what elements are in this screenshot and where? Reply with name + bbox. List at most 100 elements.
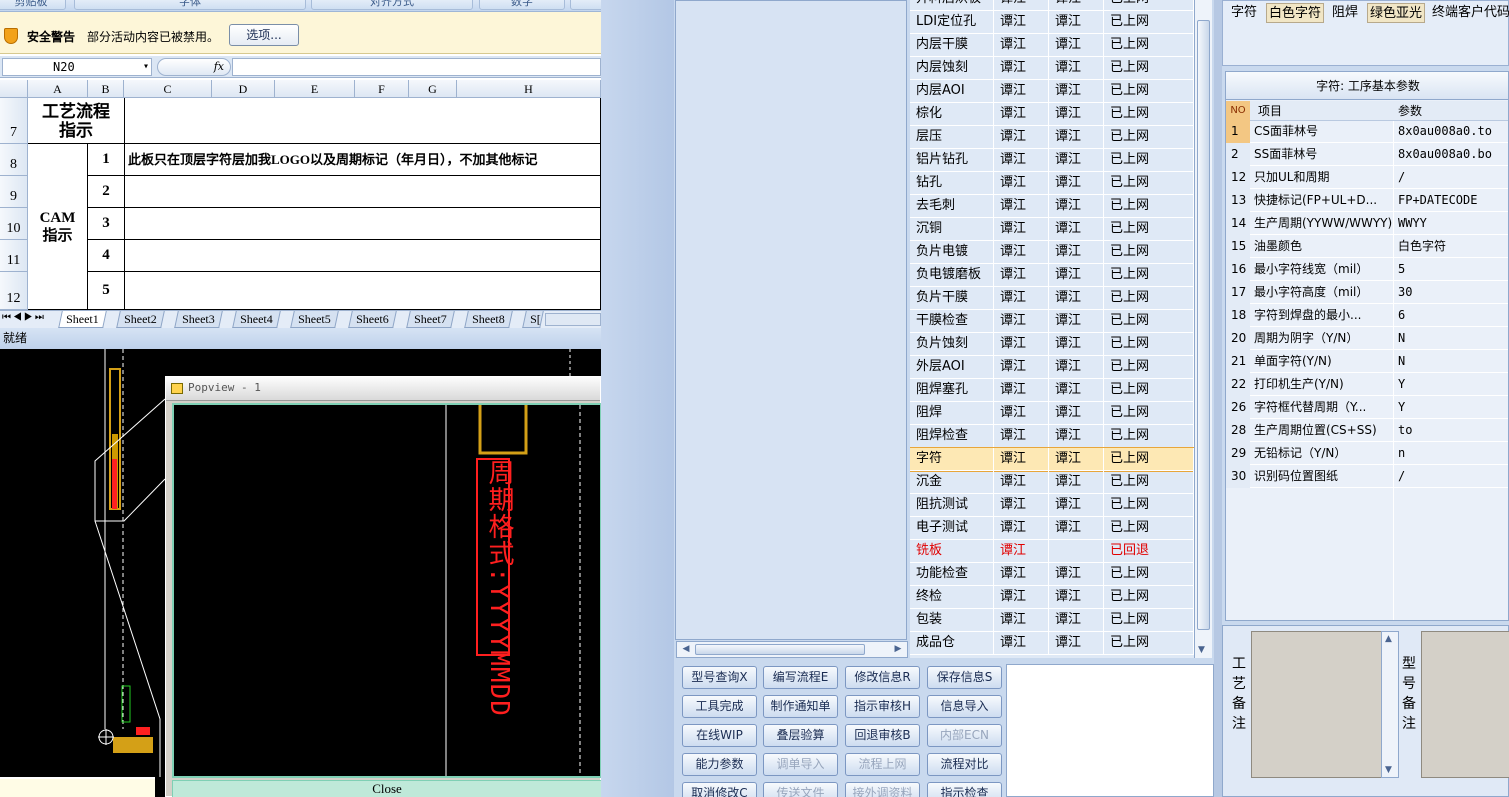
- note-cell[interactable]: 此板只在顶层字符层加我LOGO以及周期标记（年月日），不加其他标记: [125, 144, 601, 176]
- process-row[interactable]: 干膜检查 谭江 谭江 已上网: [910, 310, 1194, 333]
- action-button[interactable]: 工具完成: [682, 695, 757, 718]
- process-row[interactable]: 层压 谭江 谭江 已上网: [910, 126, 1194, 149]
- process-note-scrollbar[interactable]: ▲ ▼: [1381, 631, 1399, 778]
- column-header[interactable]: G: [409, 80, 457, 98]
- row-header[interactable]: 11: [0, 240, 28, 272]
- row-header[interactable]: 7: [0, 98, 28, 144]
- process-row[interactable]: 阻焊塞孔 谭江 谭江 已上网: [910, 379, 1194, 402]
- sheet-tab[interactable]: Sheet4: [232, 311, 281, 328]
- column-header[interactable]: B: [88, 80, 124, 98]
- toolbar-item[interactable]: 阻焊: [1330, 3, 1360, 23]
- sheet-tab[interactable]: Sheet5: [290, 311, 339, 328]
- process-row[interactable]: 内层蚀刻 谭江 谭江 已上网: [910, 57, 1194, 80]
- action-button[interactable]: 保存信息S: [927, 666, 1002, 689]
- process-row[interactable]: 外层AOI 谭江 谭江 已上网: [910, 356, 1194, 379]
- model-list-panel[interactable]: ◀ ▶: [675, 0, 908, 658]
- column-header[interactable]: A: [28, 80, 88, 98]
- param-row[interactable]: 1 CS面菲林号 8x0au008a0.to: [1226, 120, 1508, 143]
- action-button[interactable]: 流程对比: [927, 753, 1002, 776]
- process-row[interactable]: 负片蚀刻 谭江 谭江 已上网: [910, 333, 1194, 356]
- ribbon-group-number[interactable]: 数字: [479, 0, 565, 10]
- ribbon-group-more[interactable]: [570, 0, 601, 10]
- row-header[interactable]: 9: [0, 176, 28, 208]
- process-row[interactable]: 包装 谭江 谭江 已上网: [910, 609, 1194, 632]
- column-header[interactable]: D: [212, 80, 275, 98]
- action-button[interactable]: 取消修改C: [682, 782, 757, 797]
- process-row[interactable]: 终检 谭江 谭江 已上网: [910, 586, 1194, 609]
- action-button[interactable]: 叠层验算: [763, 724, 838, 747]
- process-row[interactable]: 功能检查 谭江 谭江 已上网: [910, 563, 1194, 586]
- scroll-right-icon[interactable]: ▶: [891, 642, 905, 657]
- toolbar-item[interactable]: 字符: [1229, 3, 1259, 23]
- security-options-button[interactable]: 选项...: [229, 24, 299, 46]
- row-header[interactable]: 10: [0, 208, 28, 240]
- action-button[interactable]: 信息导入: [927, 695, 1002, 718]
- scrollbar-thumb[interactable]: [1197, 20, 1210, 630]
- process-row[interactable]: 去毛刺 谭江 谭江 已上网: [910, 195, 1194, 218]
- action-button[interactable]: 流程上网: [845, 753, 920, 776]
- sheet-tab[interactable]: Sheet3: [174, 311, 223, 328]
- scrollbar-thumb[interactable]: [695, 644, 865, 655]
- process-row[interactable]: 负片电镀 谭江 谭江 已上网: [910, 241, 1194, 264]
- scroll-up-icon[interactable]: ▲: [1385, 634, 1392, 644]
- param-row[interactable]: 16 最小字符线宽（mil） 5: [1226, 258, 1508, 281]
- column-header[interactable]: F: [355, 80, 409, 98]
- column-header[interactable]: E: [275, 80, 355, 98]
- action-button[interactable]: 在线WIP: [682, 724, 757, 747]
- sheet-nav-arrows-icon[interactable]: ⏮◀▶⏭: [2, 312, 46, 323]
- process-row[interactable]: 沉铜 谭江 谭江 已上网: [910, 218, 1194, 241]
- popview-titlebar[interactable]: Popview - 1: [166, 377, 600, 401]
- process-row[interactable]: 铝片钻孔 谭江 谭江 已上网: [910, 149, 1194, 172]
- param-row[interactable]: 2 SS面菲林号 8x0au008a0.bo: [1226, 143, 1508, 166]
- process-row[interactable]: 沉金 谭江 谭江 已上网: [910, 471, 1194, 494]
- param-row[interactable]: 21 单面字符(Y/N) N: [1226, 350, 1508, 373]
- info-text-box[interactable]: [1006, 664, 1214, 797]
- cam-guide-cell[interactable]: CAM指示: [28, 144, 88, 310]
- param-row[interactable]: 20 周期为阴字（Y/N） N: [1226, 327, 1508, 350]
- process-row[interactable]: 内层干膜 谭江 谭江 已上网: [910, 34, 1194, 57]
- toolbar-item[interactable]: 绿色亚光: [1367, 3, 1426, 23]
- model-list-hscrollbar[interactable]: ◀ ▶: [676, 641, 908, 658]
- sheet-tab[interactable]: Sheet6: [348, 311, 397, 328]
- action-button[interactable]: 内部ECN: [927, 724, 1002, 747]
- process-row[interactable]: LDI定位孔 谭江 谭江 已上网: [910, 11, 1194, 34]
- scroll-left-icon[interactable]: ◀: [679, 642, 693, 657]
- action-button[interactable]: 型号查询X: [682, 666, 757, 689]
- process-row[interactable]: 开料后烘板谭江谭江已上网: [910, 0, 1194, 11]
- column-header[interactable]: H: [457, 80, 601, 98]
- model-note-input[interactable]: [1421, 631, 1509, 778]
- action-button[interactable]: 指示审核H: [845, 695, 920, 718]
- process-row[interactable]: 铣板 谭江 已回退: [910, 540, 1194, 563]
- param-row[interactable]: 18 字符到焊盘的最小... 6: [1226, 304, 1508, 327]
- sheet-tab[interactable]: Sheet1: [58, 311, 107, 328]
- note-cell[interactable]: [125, 208, 601, 240]
- process-row[interactable]: 内层AOI 谭江 谭江 已上网: [910, 80, 1194, 103]
- sheet-horizontal-scrollbar[interactable]: [545, 313, 601, 326]
- cam-viewer[interactable]: Popview - 1 周期格式:YYYYMMDD Close: [0, 349, 601, 797]
- sheet-tab[interactable]: S[: [522, 311, 544, 328]
- step-number-cell[interactable]: 2: [88, 176, 125, 208]
- process-guide-cell[interactable]: 工艺流程指示: [28, 98, 125, 144]
- process-row[interactable]: 电子测试 谭江 谭江 已上网: [910, 517, 1194, 540]
- formula-input[interactable]: [232, 58, 601, 76]
- action-button[interactable]: 接外调资料: [845, 782, 920, 797]
- param-row[interactable]: 22 打印机生产(Y/N) Y: [1226, 373, 1508, 396]
- param-row[interactable]: 15 油墨颜色 白色字符: [1226, 235, 1508, 258]
- name-box[interactable]: N20: [2, 58, 152, 76]
- ribbon-group-clipboard[interactable]: 剪贴板: [0, 0, 66, 10]
- process-row[interactable]: 阻焊 谭江 谭江 已上网: [910, 402, 1194, 425]
- ribbon-group-alignment[interactable]: 对齐方式: [311, 0, 473, 10]
- column-header[interactable]: C: [124, 80, 212, 98]
- action-button[interactable]: 制作通知单: [763, 695, 838, 718]
- process-row[interactable]: 字符 谭江 谭江 已上网: [910, 447, 1194, 472]
- action-button[interactable]: 传送文件: [763, 782, 838, 797]
- note-cell[interactable]: [125, 176, 601, 208]
- process-row[interactable]: 棕化 谭江 谭江 已上网: [910, 103, 1194, 126]
- param-row[interactable]: 26 字符框代替周期（Y... Y: [1226, 396, 1508, 419]
- sheet-tab[interactable]: Sheet8: [464, 311, 513, 328]
- toolbar-item[interactable]: 终端客户代码: [1430, 3, 1509, 23]
- param-row[interactable]: 29 无铅标记（Y/N） n: [1226, 442, 1508, 465]
- step-number-cell[interactable]: 1: [88, 144, 125, 176]
- process-vscrollbar[interactable]: ▼: [1194, 0, 1212, 658]
- process-row[interactable]: 负电镀磨板 谭江 谭江 已上网: [910, 264, 1194, 287]
